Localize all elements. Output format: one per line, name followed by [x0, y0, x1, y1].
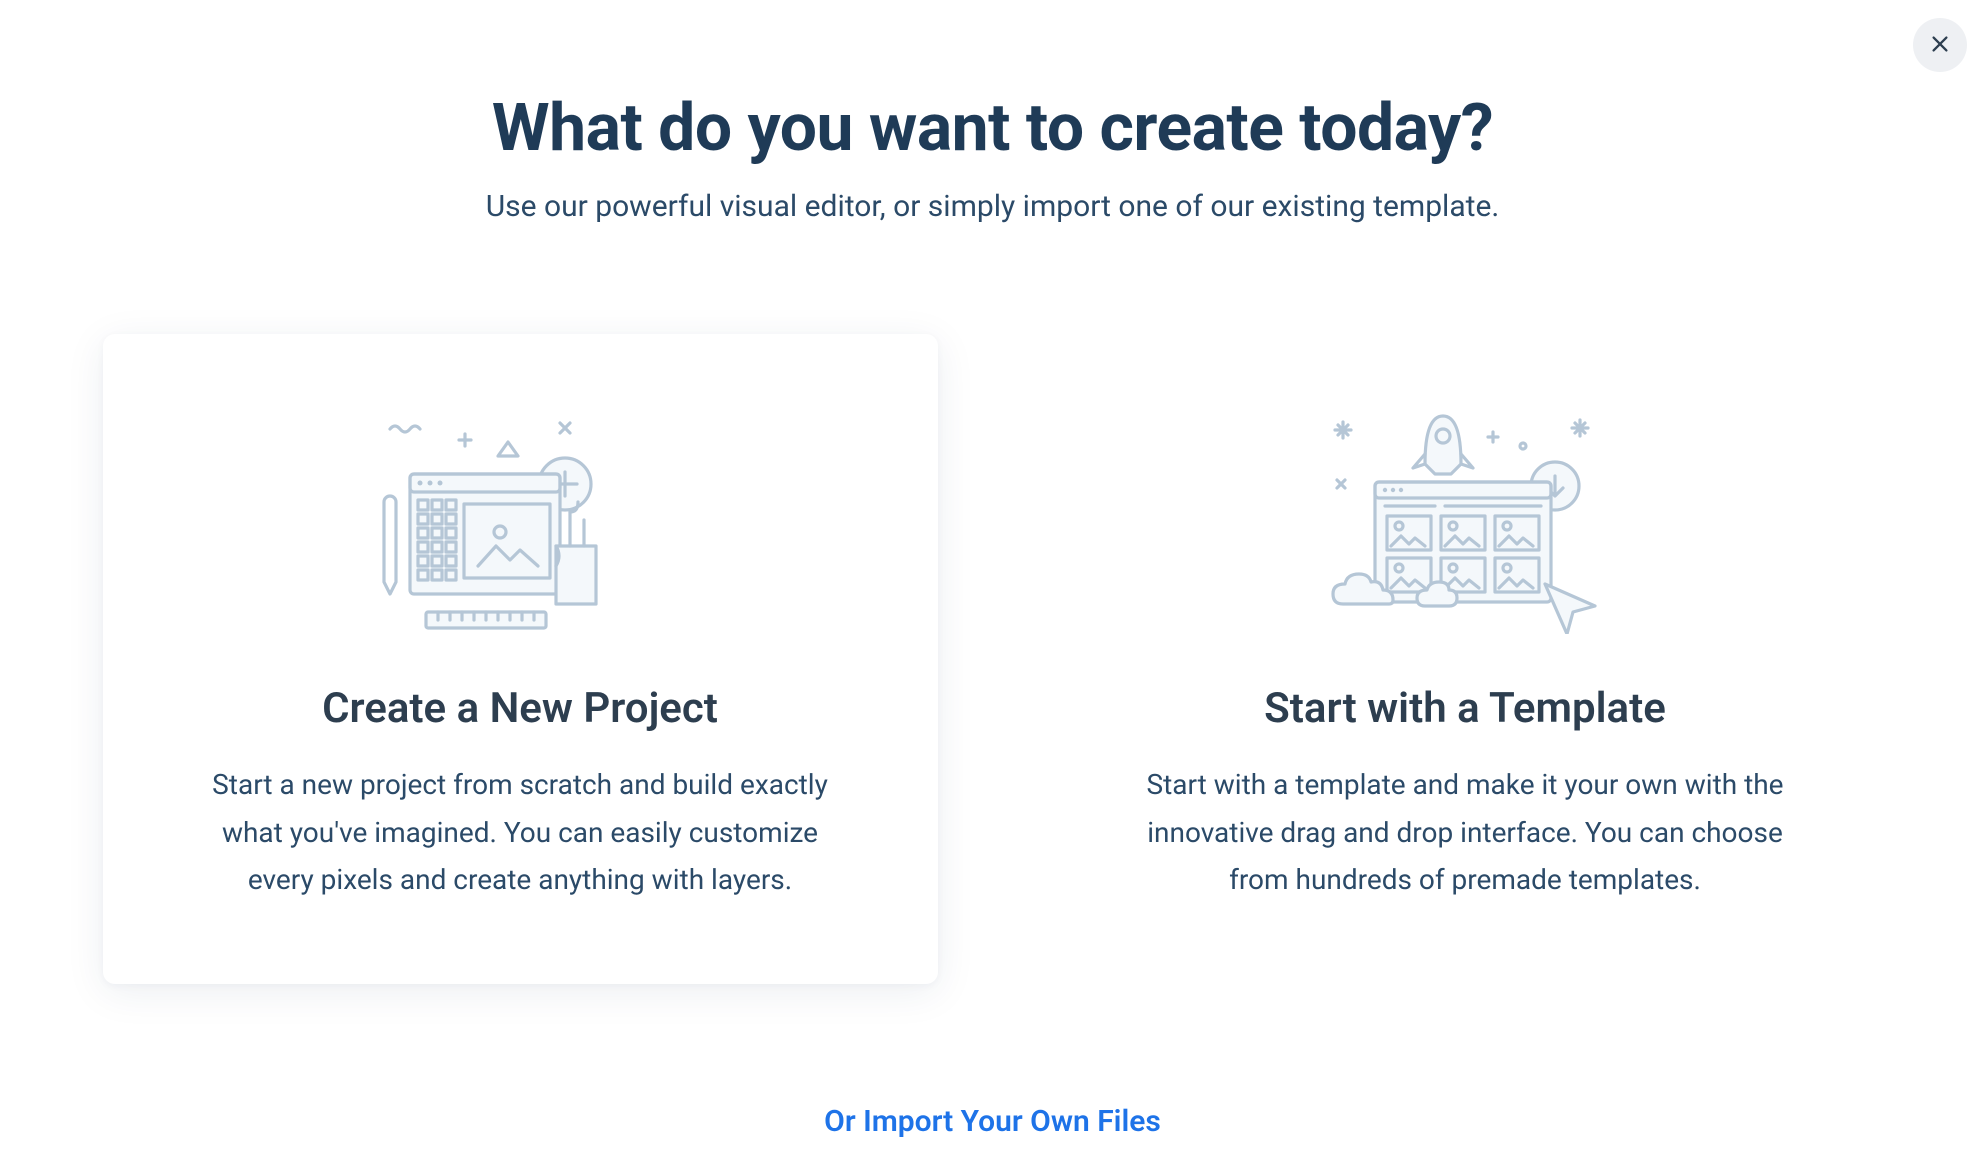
new-project-illustration-icon	[360, 394, 680, 634]
option-cards: Create a New Project Start a new project…	[43, 334, 1943, 984]
page-title: What do you want to create today?	[43, 90, 1943, 167]
create-dialog: What do you want to create today? Use ou…	[43, 0, 1943, 1139]
card-template[interactable]: Start with a Template Start with a templ…	[1048, 334, 1883, 984]
card-new-project[interactable]: Create a New Project Start a new project…	[103, 334, 938, 984]
card-new-project-title: Create a New Project	[193, 684, 848, 733]
card-new-project-description: Start a new project from scratch and bui…	[193, 761, 848, 904]
import-files-link[interactable]: Or Import Your Own Files	[43, 1104, 1943, 1139]
card-template-description: Start with a template and make it your o…	[1138, 761, 1793, 904]
close-icon	[1929, 33, 1951, 58]
template-illustration-icon	[1305, 394, 1625, 634]
card-template-title: Start with a Template	[1138, 684, 1793, 733]
close-button[interactable]	[1913, 18, 1967, 72]
page-subtitle: Use our powerful visual editor, or simpl…	[43, 189, 1943, 224]
